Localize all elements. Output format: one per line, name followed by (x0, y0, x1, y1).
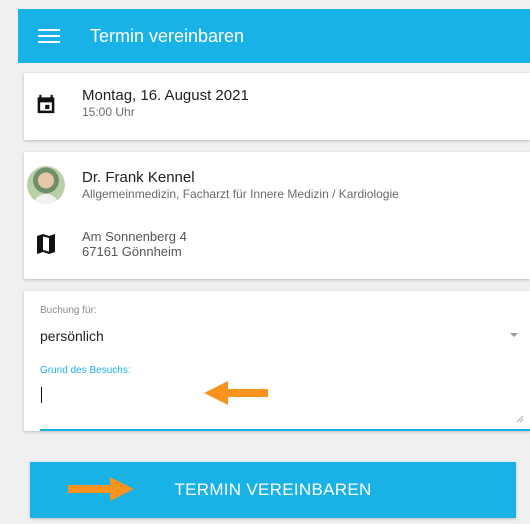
appointment-date-card: Montag, 16. August 2021 15:00 Uhr (24, 73, 530, 140)
resize-handle-icon[interactable] (516, 415, 524, 423)
dropdown-arrow-icon[interactable] (510, 333, 518, 337)
reason-label: Grund des Besuchs: (40, 365, 131, 376)
doctor-specialty: Allgemeinmedizin, Facharzt für Innere Me… (82, 186, 399, 201)
reason-textarea[interactable] (40, 379, 518, 425)
booking-for-label: Buchung für: (40, 305, 97, 316)
page-title: Termin vereinbaren (90, 25, 245, 46)
annotation-arrow-left-icon (204, 381, 268, 405)
calendar-icon (10, 94, 82, 114)
booking-form-card: Buchung für: persönlich Grund des Besuch… (24, 291, 530, 431)
doctor-card: Dr. Frank Kennel Allgemeinmedizin, Facha… (24, 152, 530, 279)
map-icon (10, 234, 82, 254)
app-bar: Termin vereinbaren (18, 9, 530, 63)
address-row[interactable]: Am Sonnenberg 4 67161 Gönnheim (24, 229, 530, 259)
address-street: Am Sonnenberg 4 (82, 229, 187, 244)
hamburger-menu-icon[interactable] (38, 27, 60, 45)
annotation-arrow-right-icon (68, 477, 134, 501)
doctor-avatar (27, 166, 65, 204)
appointment-date-row: Montag, 16. August 2021 15:00 Uhr (24, 87, 530, 120)
appointment-time: 15:00 Uhr (82, 105, 135, 119)
appointment-date: Montag, 16. August 2021 (82, 87, 249, 104)
doctor-row[interactable]: Dr. Frank Kennel Allgemeinmedizin, Facha… (24, 166, 530, 204)
booking-for-select[interactable]: persönlich (40, 328, 104, 344)
address-city: 67161 Gönnheim (82, 244, 182, 259)
textarea-underline (40, 429, 530, 431)
doctor-name: Dr. Frank Kennel (82, 168, 195, 186)
